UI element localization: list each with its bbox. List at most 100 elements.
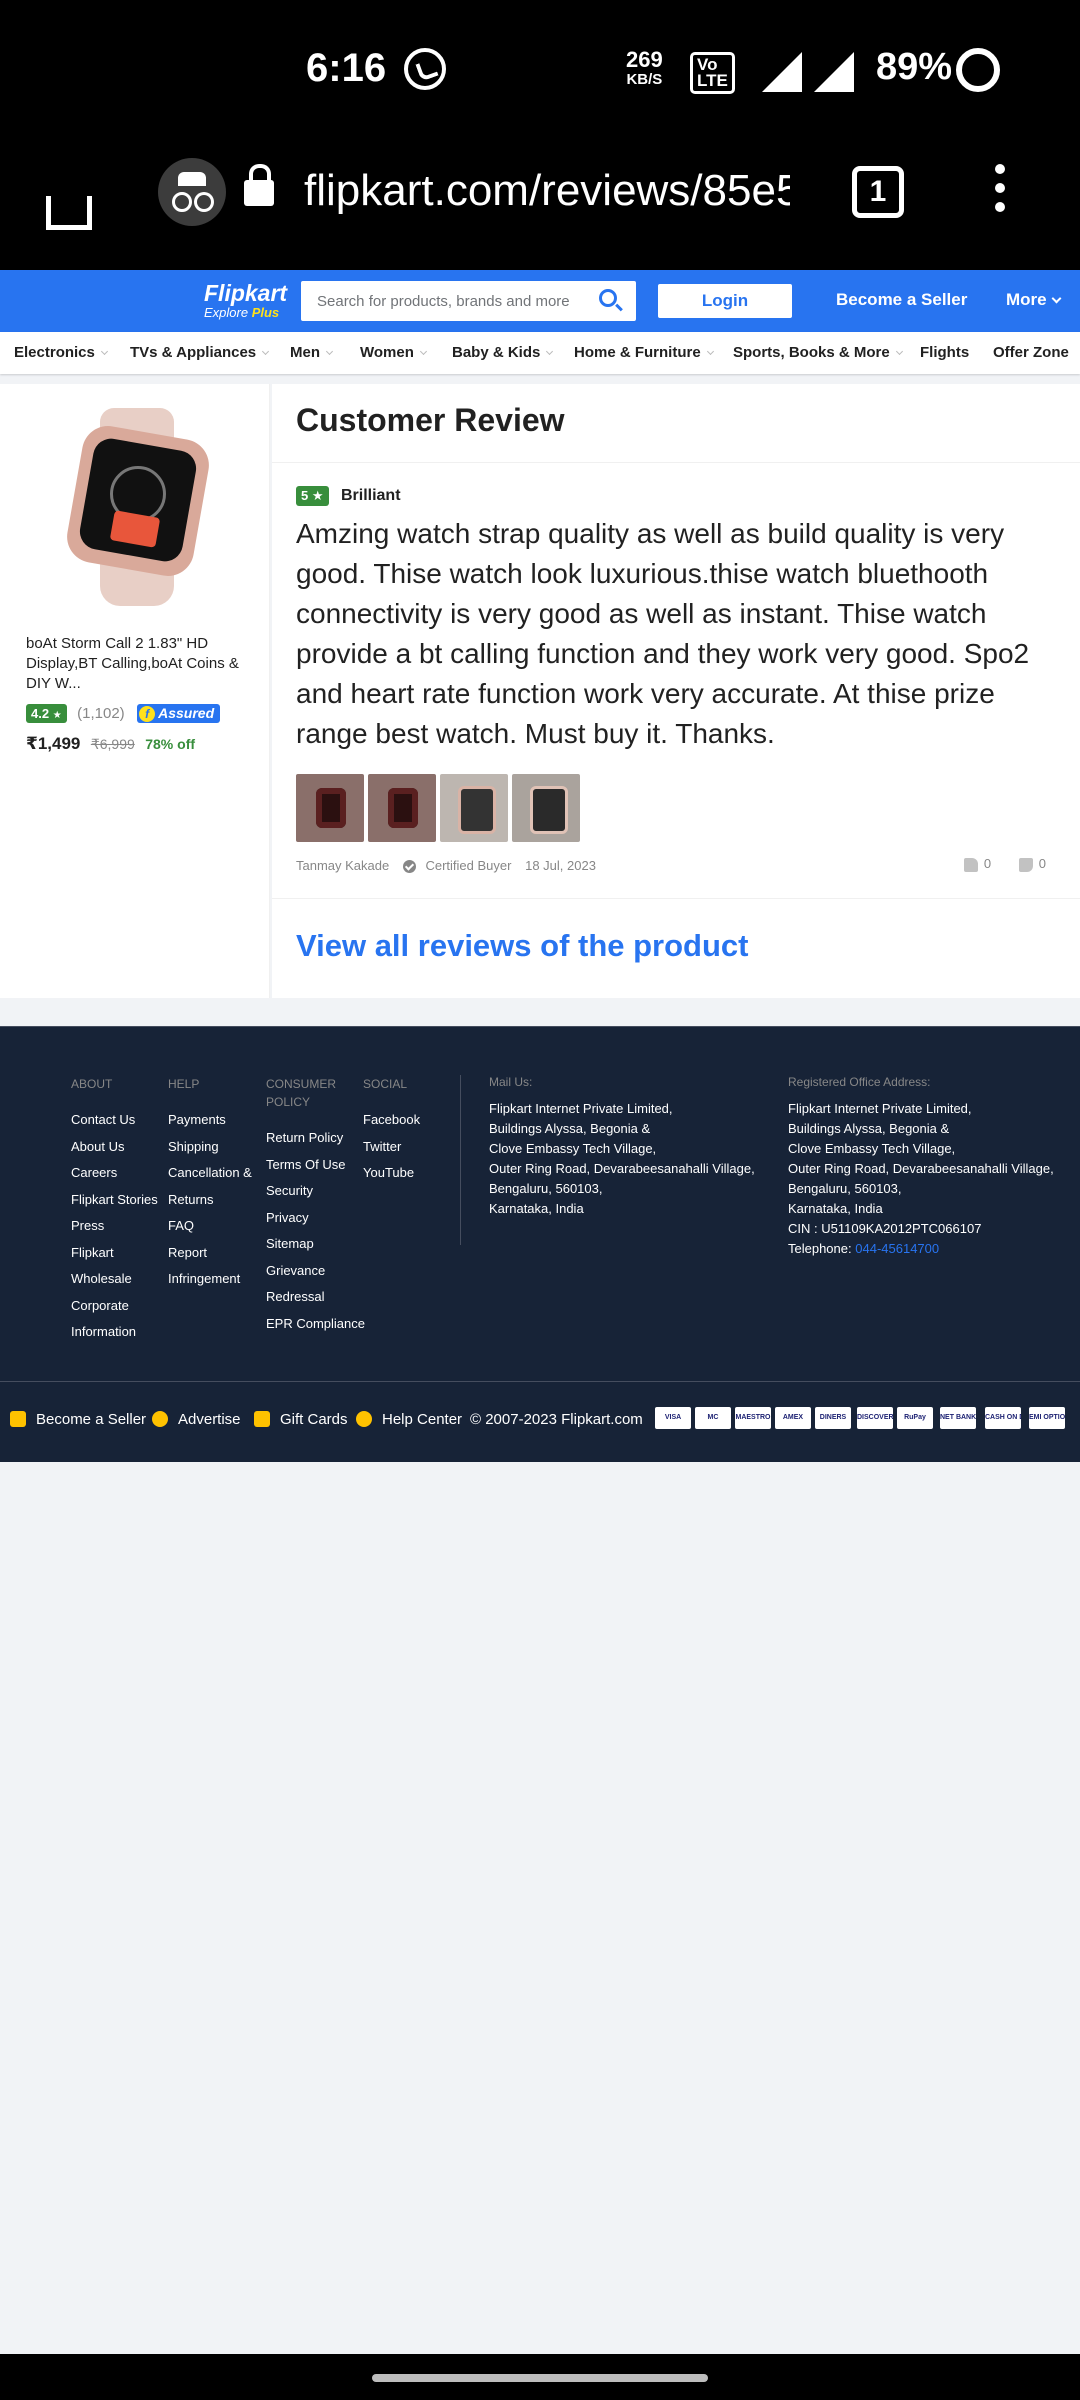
telephone-link[interactable]: 044-45614700 bbox=[855, 1241, 939, 1256]
tab-switcher-button[interactable]: 1 bbox=[852, 166, 904, 218]
review-image-thumbnail[interactable] bbox=[296, 774, 364, 842]
briefcase-icon bbox=[10, 1411, 26, 1427]
whatsapp-icon bbox=[404, 48, 446, 90]
review-image-thumbnail[interactable] bbox=[368, 774, 436, 842]
category-baby-kids[interactable]: Baby & Kids bbox=[452, 344, 554, 361]
category-nav: Electronics TVs & Appliances Men Women B… bbox=[0, 332, 1080, 374]
chevron-down-icon bbox=[1051, 293, 1062, 304]
incognito-icon[interactable] bbox=[158, 158, 226, 226]
footer-link-faq[interactable]: FAQ bbox=[168, 1213, 252, 1240]
footer-link-epr[interactable]: EPR Compliance bbox=[266, 1311, 365, 1338]
footer-link-press[interactable]: Press bbox=[71, 1213, 158, 1240]
lock-icon[interactable] bbox=[244, 164, 274, 206]
telephone-line: Telephone: 044-45614700 bbox=[788, 1241, 940, 1256]
chevron-down-icon bbox=[262, 347, 270, 356]
category-women[interactable]: Women bbox=[360, 344, 427, 361]
payment-maestro-icon: MAESTRO bbox=[735, 1407, 771, 1429]
rating-count: (1,102) bbox=[77, 705, 125, 722]
star-icon: ★ bbox=[52, 710, 62, 721]
footer-link-infringement[interactable]: Infringement bbox=[168, 1266, 252, 1293]
help-icon bbox=[356, 1411, 372, 1427]
become-seller-link[interactable]: Become a Seller bbox=[836, 290, 967, 310]
footer-link-corporate-2[interactable]: Information bbox=[71, 1319, 158, 1346]
footer-link-grievance[interactable]: Grievance bbox=[266, 1258, 365, 1285]
logo-text: Flipkart bbox=[204, 280, 288, 306]
footer-link-contact[interactable]: Contact Us bbox=[71, 1107, 158, 1134]
category-offer-zone[interactable]: Offer Zone bbox=[993, 344, 1069, 361]
thumbs-down-icon[interactable] bbox=[1018, 857, 1033, 872]
assured-badge: f Assured bbox=[137, 704, 221, 723]
footer-link-corporate[interactable]: Corporate bbox=[71, 1293, 158, 1320]
address-line: Outer Ring Road, Devarabeesanahalli Vill… bbox=[788, 1161, 1054, 1176]
footer-link-wholesale[interactable]: Flipkart bbox=[71, 1240, 158, 1267]
address-line: Karnataka, India bbox=[788, 1201, 883, 1216]
product-image[interactable] bbox=[48, 408, 224, 606]
footer-link-wholesale-2[interactable]: Wholesale bbox=[71, 1266, 158, 1293]
footer-link-redressal[interactable]: Redressal bbox=[266, 1284, 365, 1311]
payment-rupay-icon: RuPay bbox=[897, 1407, 933, 1429]
search-input[interactable] bbox=[317, 289, 587, 313]
footer-become-seller[interactable]: Become a Seller bbox=[10, 1411, 146, 1428]
footer-link-return-policy[interactable]: Return Policy bbox=[266, 1125, 365, 1152]
registered-office-address: Registered Office Address: Flipkart Inte… bbox=[788, 1075, 1078, 1259]
footer-link-cancellation[interactable]: Cancellation & bbox=[168, 1160, 252, 1187]
review-panel: Customer Review 5 ★ Brilliant Amzing wat… bbox=[272, 384, 1080, 998]
footer-link-careers[interactable]: Careers bbox=[71, 1160, 158, 1187]
overflow-menu-icon[interactable] bbox=[990, 164, 1010, 224]
category-flights[interactable]: Flights bbox=[920, 344, 969, 361]
price-row: ₹1,499 ₹6,999 78% off bbox=[26, 734, 195, 754]
footer-link-facebook[interactable]: Facebook bbox=[363, 1107, 420, 1134]
star-icon bbox=[152, 1411, 168, 1427]
category-men[interactable]: Men bbox=[290, 344, 334, 361]
footer-link-security[interactable]: Security bbox=[266, 1178, 365, 1205]
footer-link-report[interactable]: Report bbox=[168, 1240, 252, 1267]
home-icon[interactable] bbox=[36, 164, 102, 230]
footer-link-about[interactable]: About Us bbox=[71, 1134, 158, 1161]
review-image-thumbnail[interactable] bbox=[512, 774, 580, 842]
search-icon[interactable] bbox=[599, 289, 617, 307]
footer-gift-cards[interactable]: Gift Cards bbox=[254, 1411, 348, 1428]
chevron-down-icon bbox=[706, 347, 714, 356]
footer-link-privacy[interactable]: Privacy bbox=[266, 1205, 365, 1232]
footer-help-center[interactable]: Help Center bbox=[356, 1411, 462, 1428]
category-sports-books[interactable]: Sports, Books & More bbox=[733, 344, 903, 361]
category-electronics[interactable]: Electronics bbox=[14, 344, 108, 361]
footer-link-returns[interactable]: Returns bbox=[168, 1187, 252, 1214]
footer-link-shipping[interactable]: Shipping bbox=[168, 1134, 252, 1161]
footer-link-payments[interactable]: Payments bbox=[168, 1107, 252, 1134]
footer-about: ABOUT Contact Us About Us Careers Flipka… bbox=[71, 1075, 158, 1346]
login-button[interactable]: Login bbox=[658, 284, 792, 318]
category-home-furniture[interactable]: Home & Furniture bbox=[574, 344, 714, 361]
more-menu[interactable]: More bbox=[1006, 290, 1062, 310]
rating-badge: 4.2 ★ bbox=[26, 704, 67, 723]
footer-heading: ABOUT bbox=[71, 1077, 113, 1091]
footer-heading: SOCIAL bbox=[363, 1077, 408, 1091]
star-icon: ★ bbox=[311, 488, 324, 503]
footer-link-terms[interactable]: Terms Of Use bbox=[266, 1152, 365, 1179]
payment-discover-icon: DISCOVER bbox=[857, 1407, 893, 1429]
address-line: Clove Embassy Tech Village, bbox=[788, 1141, 956, 1156]
thumbs-up-icon[interactable] bbox=[963, 857, 978, 872]
footer-link-sitemap[interactable]: Sitemap bbox=[266, 1231, 365, 1258]
footer-link-youtube[interactable]: YouTube bbox=[363, 1160, 420, 1187]
product-panel: boAt Storm Call 2 1.83" HD Display,BT Ca… bbox=[0, 384, 270, 998]
footer-advertise[interactable]: Advertise bbox=[152, 1411, 241, 1428]
system-navigation-bar bbox=[0, 2354, 1080, 2400]
view-all-reviews-link[interactable]: View all reviews of the product bbox=[296, 928, 749, 964]
signal-icon bbox=[814, 52, 854, 92]
review-image-thumbnail[interactable] bbox=[440, 774, 508, 842]
signal-4g-icon bbox=[762, 52, 802, 92]
assured-icon: f bbox=[139, 706, 156, 722]
footer-link-twitter[interactable]: Twitter bbox=[363, 1134, 420, 1161]
search-box bbox=[301, 281, 636, 321]
product-title[interactable]: boAt Storm Call 2 1.83" HD Display,BT Ca… bbox=[26, 634, 246, 694]
category-tvs-appliances[interactable]: TVs & Appliances bbox=[130, 344, 270, 361]
address-bar[interactable]: flipkart.com/reviews/85e5 bbox=[304, 166, 790, 222]
flipkart-logo[interactable]: Flipkart Explore Plus bbox=[204, 280, 287, 320]
address-line: Flipkart Internet Private Limited, bbox=[788, 1101, 972, 1116]
chevron-down-icon bbox=[325, 347, 334, 356]
discount-label: 78% off bbox=[145, 736, 196, 752]
gesture-handle[interactable] bbox=[372, 2374, 708, 2382]
review-date: 18 Jul, 2023 bbox=[525, 858, 596, 873]
footer-link-stories[interactable]: Flipkart Stories bbox=[71, 1187, 158, 1214]
